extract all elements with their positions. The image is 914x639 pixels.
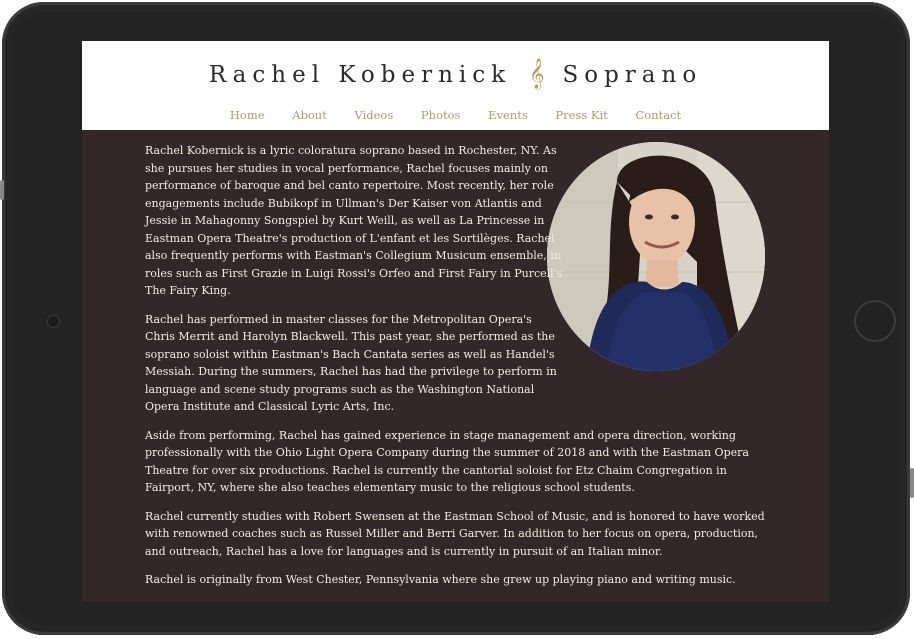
home-button[interactable] (854, 300, 896, 342)
side-button (910, 468, 914, 498)
site-name: Rachel Kobernick (208, 62, 512, 88)
bio-paragraph: Aside from performing, Rachel has gained… (145, 428, 749, 495)
nav-events[interactable]: Events (488, 108, 528, 122)
bio-paragraph: Rachel is originally from West Chester, … (145, 573, 736, 586)
browser-screen: Rachel Kobernick 𝄞 Soprano Home About Vide… (82, 41, 829, 602)
nav-about[interactable]: About (292, 108, 327, 122)
nav-photos[interactable]: Photos (421, 108, 461, 122)
nav-press-kit[interactable]: Press Kit (555, 108, 607, 122)
nav-home[interactable]: Home (230, 108, 265, 122)
bio-paragraph: Rachel has performed in master classes f… (145, 312, 557, 414)
nav-videos[interactable]: Videos (354, 108, 393, 122)
site-title[interactable]: Rachel Kobernick 𝄞 Soprano (82, 59, 829, 90)
camera-icon (47, 315, 60, 328)
site-voice-type: Soprano (562, 62, 703, 88)
nav-contact[interactable]: Contact (635, 108, 681, 122)
bio-content: Rachel Kobernick is a lyric coloratura s… (145, 142, 765, 600)
side-button (0, 180, 4, 200)
bio-paragraph: Rachel Kobernick is a lyric coloratura s… (145, 144, 563, 297)
main-nav: Home About Videos Photos Events Press Ki… (82, 108, 829, 122)
site-header: Rachel Kobernick 𝄞 Soprano Home About Vide… (82, 41, 829, 130)
treble-clef-icon: 𝄞 (529, 59, 545, 89)
bio-paragraph: Rachel currently studies with Robert Swe… (145, 509, 765, 558)
